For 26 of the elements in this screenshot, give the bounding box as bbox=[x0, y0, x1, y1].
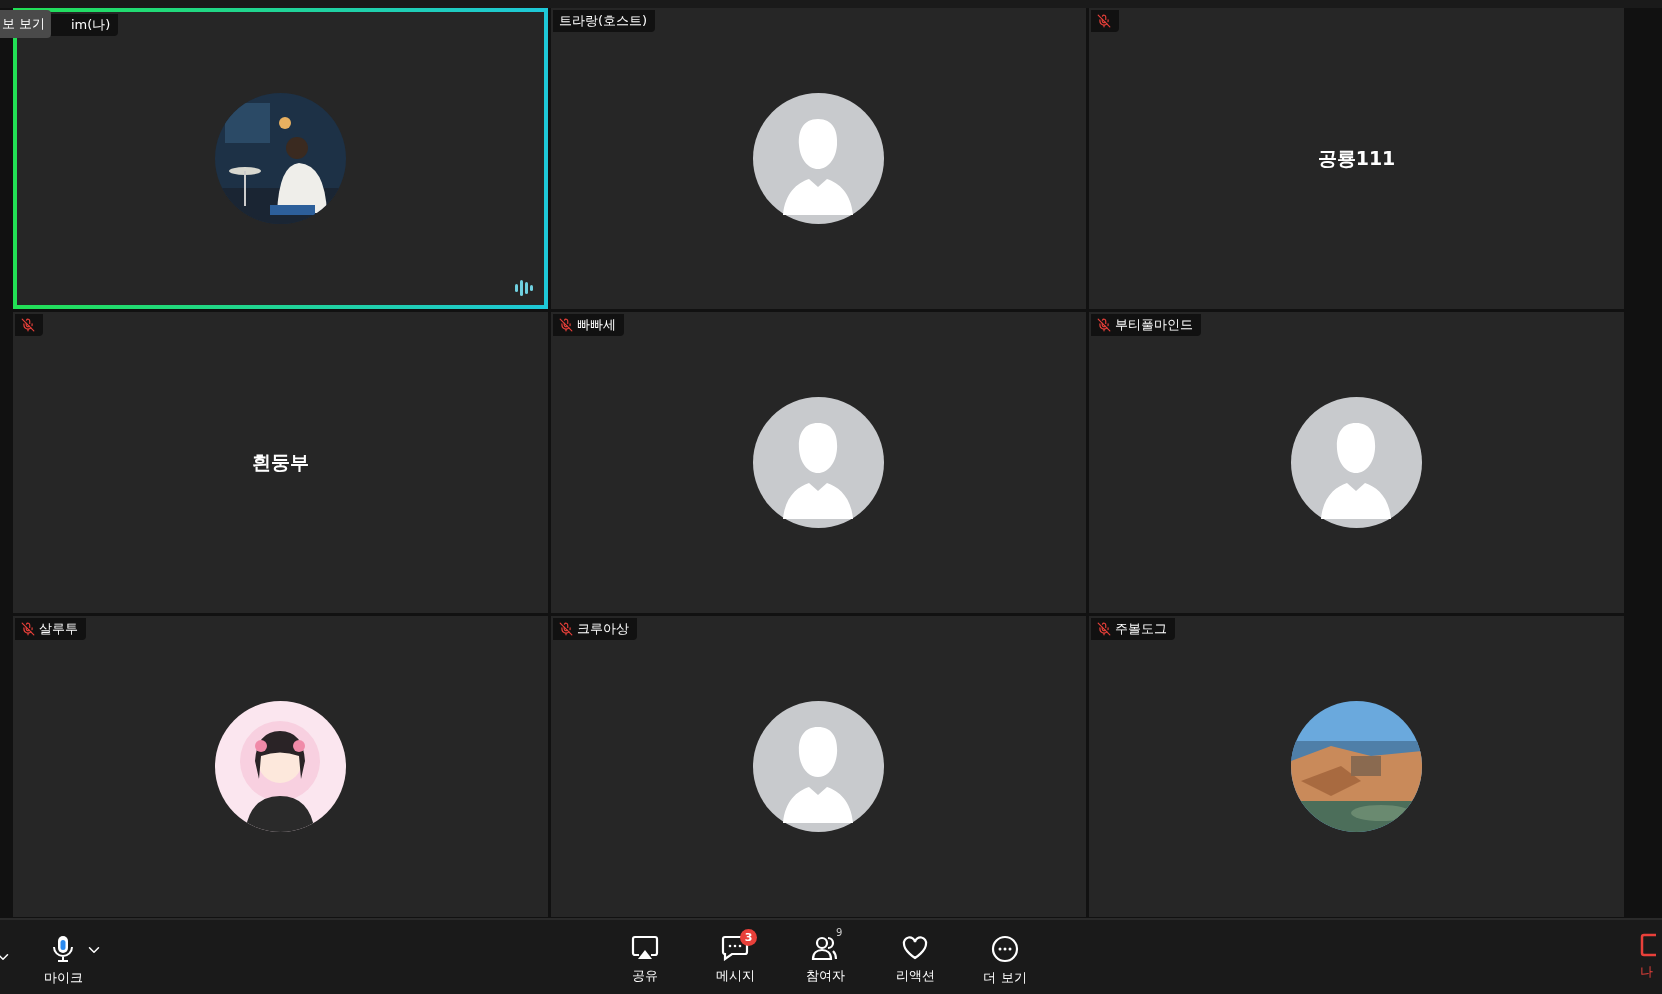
participant-label: im(나) bbox=[71, 16, 111, 34]
toolbar-button[interactable]: 참여자 9 bbox=[780, 927, 870, 987]
screen-share-icon bbox=[631, 935, 659, 961]
mic-button[interactable]: 마이크 bbox=[18, 927, 108, 987]
audio-level-icon bbox=[514, 279, 534, 297]
microphone-icon bbox=[52, 935, 74, 963]
toolbar-button[interactable]: 공유 bbox=[600, 927, 690, 987]
toolbar-button[interactable]: 더 보기 bbox=[960, 927, 1050, 987]
leave-icon bbox=[1640, 933, 1656, 957]
participant-label: 크루아상 bbox=[577, 620, 629, 638]
participant-name: 공룡111 bbox=[1317, 145, 1396, 171]
participant-name: 흰둥부 bbox=[252, 449, 309, 475]
participant-label: 살루투 bbox=[39, 620, 78, 638]
more-icon bbox=[991, 935, 1019, 963]
leave-button[interactable]: 나 bbox=[1640, 933, 1656, 981]
toolbar-button[interactable]: 리액션 bbox=[870, 927, 960, 987]
heart-icon bbox=[901, 935, 929, 961]
participant-label: 트라랑(호스트) bbox=[559, 12, 648, 30]
participant-label: 주볼도그 bbox=[1115, 620, 1167, 638]
toolbar-button[interactable]: 메시지 3 bbox=[690, 927, 780, 987]
participant-label: 빠빠세 bbox=[577, 316, 616, 334]
participant-count: 9 bbox=[836, 927, 843, 938]
participant-label: 부티풀마인드 bbox=[1115, 316, 1193, 334]
unread-badge: 3 bbox=[740, 929, 757, 946]
tooltip: 보 보기 bbox=[0, 10, 52, 38]
people-icon bbox=[811, 935, 839, 961]
